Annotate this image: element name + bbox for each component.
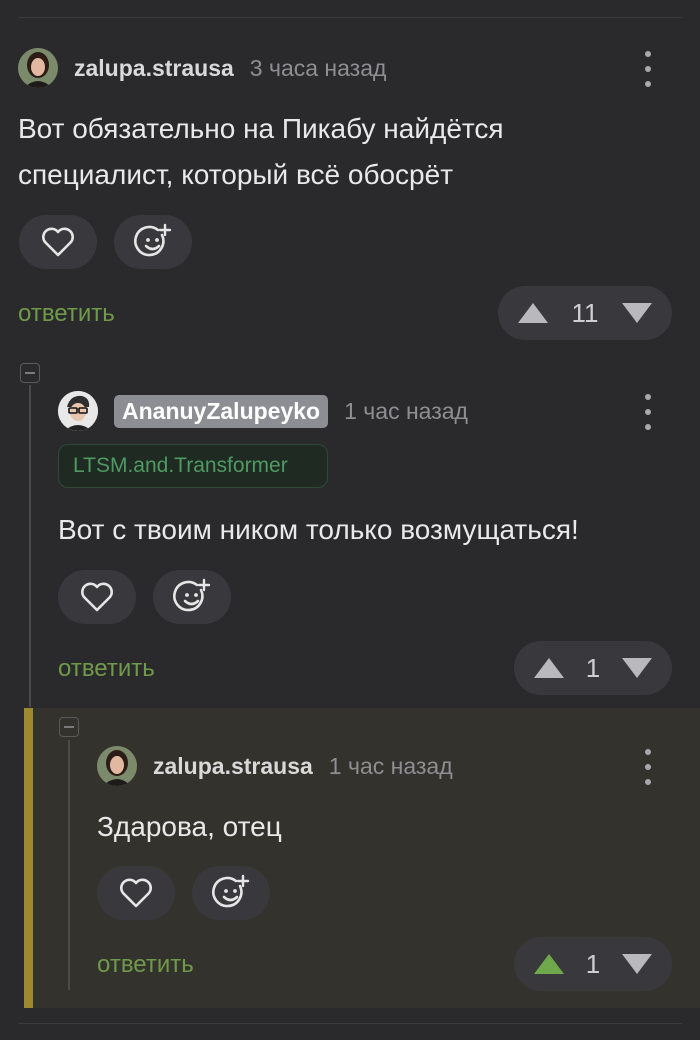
- thread-line: [68, 740, 70, 990]
- add-reaction-button[interactable]: [192, 866, 270, 920]
- emoji-add-icon: [173, 578, 211, 612]
- more-vertical-icon[interactable]: [643, 394, 653, 430]
- bottom-divider: [18, 1023, 682, 1024]
- username[interactable]: zalupa.strausa: [74, 55, 234, 82]
- avatar[interactable]: [58, 391, 98, 431]
- arrow-down-icon[interactable]: [620, 656, 654, 680]
- more-vertical-icon[interactable]: [643, 51, 653, 87]
- vote-control: 1: [514, 641, 672, 695]
- vote-control: 1: [514, 937, 672, 991]
- vote-control: 11: [498, 286, 672, 340]
- vote-count: 1: [585, 948, 601, 979]
- heart-icon: [42, 227, 74, 257]
- collapse-thread-button[interactable]: [20, 363, 40, 383]
- reply-button[interactable]: ответить: [58, 655, 155, 683]
- comment-text: Вот с твоим ником только возмущаться!: [58, 514, 579, 545]
- username[interactable]: AnanuyZalupeyko: [114, 394, 329, 428]
- comment-header: zalupa.strausa 3 часа назад: [18, 48, 386, 88]
- timestamp: 3 часа назад: [249, 54, 387, 81]
- top-divider: [18, 17, 682, 18]
- like-button[interactable]: [97, 866, 175, 920]
- comment-text-line: специалист, который всё обосрёт: [18, 159, 454, 190]
- add-reaction-button[interactable]: [153, 570, 231, 624]
- reply-button[interactable]: ответить: [97, 951, 194, 979]
- timestamp: 1 час назад: [344, 397, 468, 424]
- arrow-down-icon[interactable]: [620, 952, 654, 976]
- more-vertical-icon[interactable]: [643, 749, 653, 785]
- user-tag[interactable]: LTSM.and.Transformer: [58, 444, 328, 488]
- collapse-thread-button[interactable]: [59, 717, 79, 737]
- heart-icon: [81, 582, 113, 612]
- arrow-up-icon[interactable]: [516, 301, 550, 325]
- like-button[interactable]: [58, 570, 136, 624]
- comment-text-line: Вот обязательно на Пикабу найдётся: [18, 113, 504, 144]
- arrow-up-icon[interactable]: [532, 656, 566, 680]
- arrow-up-icon[interactable]: [532, 952, 566, 976]
- comment-header: zalupa.strausa 1 час назад: [97, 746, 453, 786]
- comment-text: Здарова, отец: [97, 811, 282, 842]
- emoji-add-icon: [134, 223, 172, 257]
- vote-count: 1: [585, 652, 601, 683]
- username[interactable]: zalupa.strausa: [153, 753, 313, 780]
- like-button[interactable]: [19, 215, 97, 269]
- reply-button[interactable]: ответить: [18, 300, 115, 328]
- vote-count: 11: [571, 297, 599, 328]
- timestamp: 1 час назад: [328, 752, 453, 779]
- comment-header: AnanuyZalupeyko 1 час назад: [58, 391, 468, 431]
- arrow-down-icon[interactable]: [620, 301, 654, 325]
- emoji-add-icon: [212, 874, 250, 908]
- comment-text: Вот обязательно на Пикабу найдётся специ…: [18, 106, 504, 198]
- add-reaction-button[interactable]: [114, 215, 192, 269]
- avatar[interactable]: [97, 746, 137, 786]
- heart-icon: [120, 878, 152, 908]
- avatar[interactable]: [18, 48, 58, 88]
- thread-line: [29, 385, 31, 707]
- highlight-bar: [24, 708, 33, 1008]
